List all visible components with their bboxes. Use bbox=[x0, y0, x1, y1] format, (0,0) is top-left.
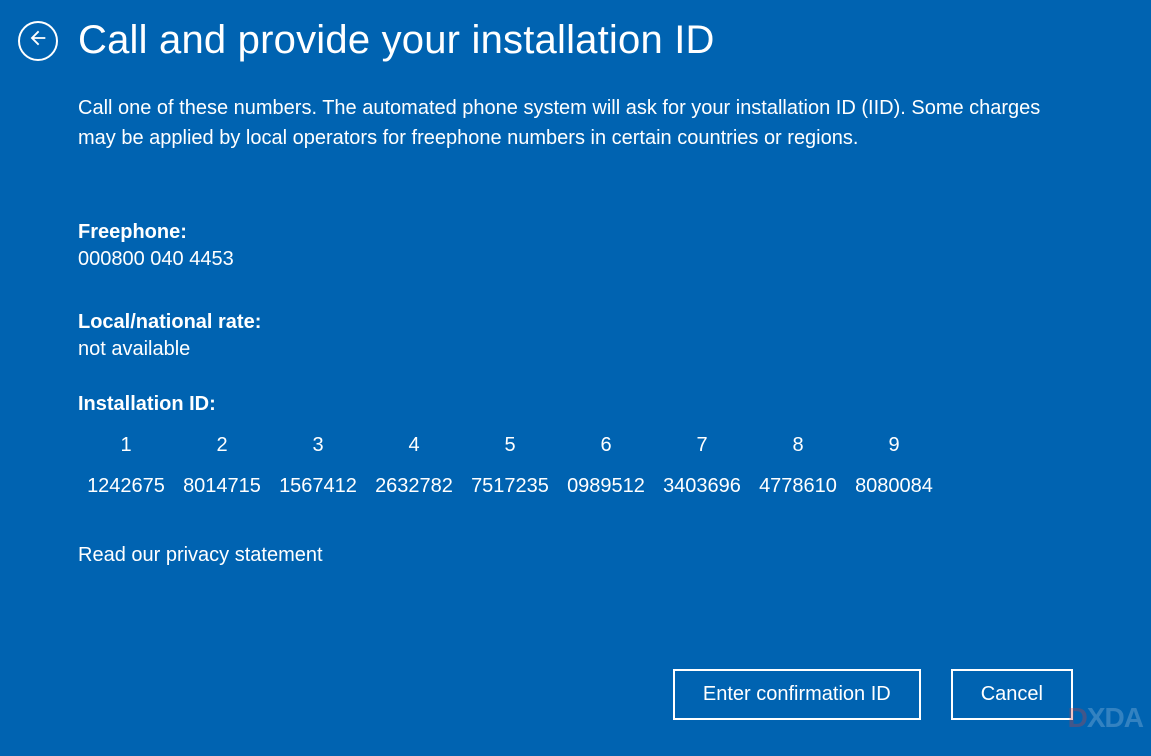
iid-col-header: 6 bbox=[558, 434, 654, 457]
watermark-part2: XDA bbox=[1087, 702, 1143, 733]
iid-group: 4778610 bbox=[750, 475, 846, 498]
freephone-label: Freephone: bbox=[78, 221, 1073, 244]
iid-col-header: 1 bbox=[78, 434, 174, 457]
back-arrow-icon bbox=[27, 27, 49, 54]
description-text: Call one of these numbers. The automated… bbox=[78, 93, 1073, 153]
iid-col-header: 2 bbox=[174, 434, 270, 457]
installation-id-label: Installation ID: bbox=[78, 393, 1073, 416]
back-button[interactable] bbox=[18, 21, 58, 61]
local-rate-label: Local/national rate: bbox=[78, 311, 1073, 334]
freephone-value: 000800 040 4453 bbox=[78, 248, 1073, 271]
iid-group: 8080084 bbox=[846, 475, 942, 498]
iid-col-header: 8 bbox=[750, 434, 846, 457]
iid-col-header: 4 bbox=[366, 434, 462, 457]
enter-confirmation-id-button[interactable]: Enter confirmation ID bbox=[673, 669, 921, 720]
page-title: Call and provide your installation ID bbox=[78, 18, 715, 63]
iid-col-header: 3 bbox=[270, 434, 366, 457]
iid-col-header: 7 bbox=[654, 434, 750, 457]
iid-group: 7517235 bbox=[462, 475, 558, 498]
privacy-statement-link[interactable]: Read our privacy statement bbox=[78, 544, 1073, 567]
iid-group: 2632782 bbox=[366, 475, 462, 498]
local-rate-value: not available bbox=[78, 338, 1073, 361]
iid-col-header: 9 bbox=[846, 434, 942, 457]
installation-id-columns: 1 2 3 4 5 6 7 8 9 bbox=[78, 434, 1073, 457]
iid-group: 8014715 bbox=[174, 475, 270, 498]
watermark: DXDA bbox=[1068, 702, 1143, 734]
iid-group: 0989512 bbox=[558, 475, 654, 498]
iid-col-header: 5 bbox=[462, 434, 558, 457]
cancel-button[interactable]: Cancel bbox=[951, 669, 1073, 720]
installation-id-values: 1242675 8014715 1567412 2632782 7517235 … bbox=[78, 475, 1073, 498]
iid-group: 3403696 bbox=[654, 475, 750, 498]
iid-group: 1242675 bbox=[78, 475, 174, 498]
iid-group: 1567412 bbox=[270, 475, 366, 498]
